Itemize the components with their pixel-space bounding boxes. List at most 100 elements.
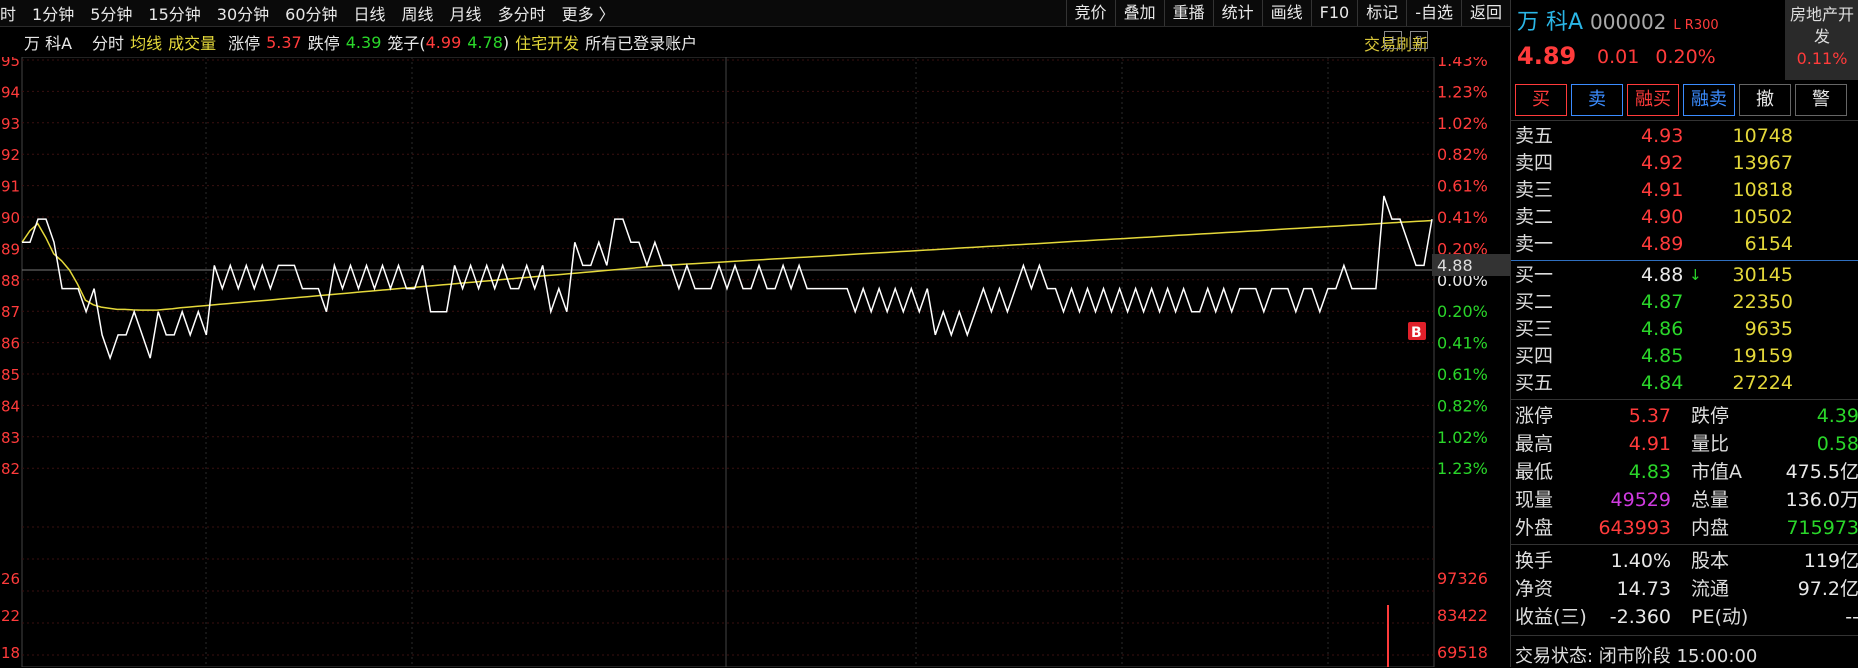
stat-label: 跌停 — [1691, 405, 1730, 427]
right-tick-label: 0.82% — [1437, 396, 1488, 415]
margin-buy-button[interactable]: 融买 — [1627, 84, 1679, 116]
stat-label: 市值A — [1691, 461, 1742, 483]
quote-header: 万 科A 000002 L R300 — [1517, 4, 1719, 36]
ask-row[interactable]: 卖五 4.93 10748 — [1511, 123, 1858, 150]
volume-right-label: 97326 — [1437, 569, 1488, 588]
tool-button-2[interactable]: 重播 — [1163, 0, 1213, 26]
stat-value: 119亿 — [1803, 550, 1858, 572]
avg-line-label[interactable]: 均线 — [130, 30, 162, 54]
cage-close: ) — [502, 32, 510, 52]
expand-icon[interactable]: + — [1384, 31, 1402, 49]
period-tab-3[interactable]: 15分钟 — [148, 1, 200, 25]
stat-value: 0.58 — [1816, 433, 1858, 455]
left-tick-label: 89 — [1, 240, 20, 258]
bid-book: 买一 4.88 ↓ 30145 买二 4.87 22350 买三 4.86 9635 买四 4.85 1… — [1511, 262, 1858, 397]
left-tick-label: 88 — [1, 272, 20, 290]
quote-name: 万 科A — [1517, 10, 1584, 35]
stat-label: 量比 — [1691, 433, 1730, 455]
ask-row[interactable]: 卖二 4.90 10502 — [1511, 204, 1858, 231]
stat-value: 4.83 — [1628, 461, 1671, 483]
ask-row[interactable]: 卖三 4.91 10818 — [1511, 177, 1858, 204]
left-tick-label: 82 — [1, 460, 20, 478]
level-price: 4.88 — [1641, 264, 1684, 286]
period-tab-5[interactable]: 60分钟 — [285, 1, 337, 25]
stat-value: 4.91 — [1628, 433, 1671, 455]
tool-button-6[interactable]: 标记 — [1357, 0, 1406, 26]
margin-sell-button[interactable]: 融卖 — [1683, 84, 1735, 116]
level-label: 买三 — [1515, 318, 1554, 340]
stat-value: 5.37 — [1628, 405, 1671, 427]
tool-button-1[interactable]: 叠加 — [1114, 0, 1164, 26]
intraday-chart[interactable]: 95 94 93 92 91 90 89 88 87 86 85 84 83 82 26 22 18 1.43%… — [0, 57, 1510, 667]
sector-link[interactable]: 住宅开发 — [515, 30, 579, 54]
level-price: 4.86 — [1641, 318, 1684, 340]
sector-tag[interactable]: 房地产开发 0.11% — [1785, 0, 1858, 80]
level-volume: 13967 — [1732, 152, 1793, 174]
sell-button[interactable]: 卖 — [1571, 84, 1623, 116]
period-tab-4[interactable]: 30分钟 — [217, 1, 269, 25]
chart-grid — [21, 57, 1510, 667]
tool-button-3[interactable]: 统计 — [1212, 0, 1262, 26]
buy-button[interactable]: 买 — [1515, 84, 1567, 116]
left-tick-labels: 95 94 93 92 91 90 89 88 87 86 85 84 83 82 26 22 18 — [1, 57, 20, 662]
left-tick-label: 84 — [1, 397, 20, 415]
level-label: 卖一 — [1515, 233, 1554, 255]
stat-label: 流通 — [1691, 578, 1730, 600]
right-tick-labels: 1.43%1.23%1.02%0.82%0.61%0.41%0.20%0.00%… — [1437, 57, 1488, 662]
period-tab-2[interactable]: 5分钟 — [90, 1, 132, 25]
tool-button-8[interactable]: 返回 — [1460, 0, 1510, 26]
stat-label: 收益(三) — [1515, 606, 1587, 628]
ask-row[interactable]: 卖一 4.89 6154 — [1511, 231, 1858, 258]
bid-row[interactable]: 买三 4.86 9635 — [1511, 316, 1858, 343]
view-mode-label[interactable]: 分时 — [92, 30, 124, 54]
left-tick-label: 86 — [1, 335, 20, 353]
cancel-order-button[interactable]: 撤 — [1739, 84, 1791, 116]
bid-row[interactable]: 买五 4.84 27224 — [1511, 370, 1858, 397]
period-tab-8[interactable]: 月线 — [450, 1, 482, 25]
period-tab-9[interactable]: 多分时 — [498, 1, 546, 25]
period-tab-7[interactable]: 周线 — [402, 1, 434, 25]
period-tab-10[interactable]: 更多 〉 — [562, 1, 615, 25]
sector-tag-pct: 0.11% — [1796, 49, 1848, 68]
quote-panel: 万 科A 000002 L R300 房地产开发 0.11% 4.89 0.01… — [1510, 0, 1858, 667]
bid-row[interactable]: 买二 4.87 22350 — [1511, 289, 1858, 316]
level-price: 4.92 — [1641, 152, 1684, 174]
bid-row[interactable]: 买一 4.88 ↓ 30145 — [1511, 262, 1858, 289]
level-label: 卖五 — [1515, 125, 1554, 147]
trade-buttons: 买 卖 融买 融卖 撤 警 — [1515, 84, 1847, 116]
price-change: 0.01 0.20% — [1597, 46, 1716, 68]
sector-tag-name: 房地产开发 — [1789, 5, 1854, 46]
right-tick-label: 0.82% — [1437, 145, 1488, 164]
volume-left-label: 18 — [1, 644, 20, 662]
right-tick-label: 1.43% — [1437, 57, 1488, 70]
tool-button-7[interactable]: -自选 — [1406, 0, 1461, 26]
bid-row[interactable]: 买四 4.85 19159 — [1511, 343, 1858, 370]
right-tick-label: 0.61% — [1437, 177, 1488, 196]
tool-button-5[interactable]: F10 — [1310, 0, 1358, 26]
quote-code: 000002 — [1590, 10, 1667, 34]
stat-row: 收益(三) -2.360 PE(动) -- — [1511, 603, 1858, 631]
level-price: 4.90 — [1641, 206, 1684, 228]
volume-label[interactable]: 成交量 — [168, 30, 216, 54]
level-label: 卖三 — [1515, 179, 1554, 201]
level-volume: 27224 — [1732, 372, 1793, 394]
tool-button-4[interactable]: 画线 — [1261, 0, 1311, 26]
ask-row[interactable]: 卖四 4.92 13967 — [1511, 150, 1858, 177]
alert-button[interactable]: 警 — [1795, 84, 1847, 116]
right-tick-label: 1.02% — [1437, 114, 1488, 133]
stock-name-label: 万 科A — [24, 34, 73, 53]
change-abs: 0.01 — [1597, 46, 1640, 68]
period-tab-1[interactable]: 1分钟 — [32, 1, 74, 25]
tool-button-0[interactable]: 竞价 — [1065, 0, 1115, 26]
chart-icons: + ▯ — [1384, 31, 1428, 49]
period-tab-0[interactable]: 时 — [0, 1, 16, 25]
left-tick-label: 94 — [1, 83, 20, 101]
panel-toggle-icon[interactable]: ▯ — [1410, 31, 1428, 49]
stat-value: -- — [1845, 606, 1858, 628]
stat-label: 净资 — [1515, 578, 1554, 600]
right-tick-label: 0.20% — [1437, 302, 1488, 321]
accounts-label[interactable]: 所有已登录账户 — [585, 30, 697, 54]
stat-row: 现量 49529 总量 136.0万 — [1511, 486, 1858, 514]
ask-book: 卖五 4.93 10748 卖四 4.92 13967 卖三 4.91 10818 卖二 4.90 1… — [1511, 123, 1858, 258]
period-tab-6[interactable]: 日线 — [354, 1, 386, 25]
